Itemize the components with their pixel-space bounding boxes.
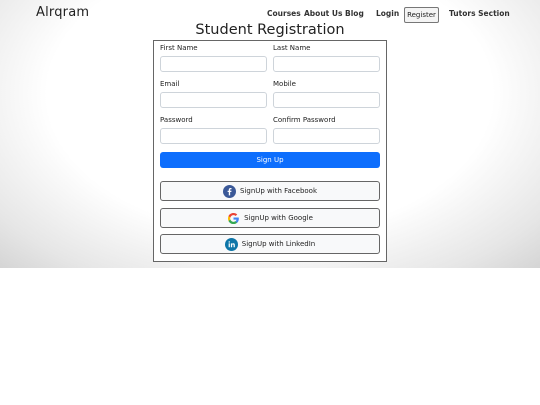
signup-google-button[interactable]: SignUp with Google xyxy=(160,208,380,228)
nav-login[interactable]: Login xyxy=(376,9,399,18)
last-name-input[interactable] xyxy=(273,56,380,72)
email-label: Email xyxy=(160,80,180,88)
facebook-icon xyxy=(222,184,236,198)
mobile-label: Mobile xyxy=(273,80,296,88)
linkedin-button-label: SignUp with LinkedIn xyxy=(241,240,316,248)
page-title: Student Registration xyxy=(195,22,345,38)
first-name-input[interactable] xyxy=(160,56,267,72)
facebook-button-label: SignUp with Facebook xyxy=(239,187,318,195)
password-input[interactable] xyxy=(160,128,267,144)
nav-tutors-section[interactable]: Tutors Section xyxy=(449,9,510,18)
header-area: Alrqram Courses About Us Blog Login Regi… xyxy=(0,0,540,268)
nav-about-us[interactable]: About Us xyxy=(304,9,342,18)
nav-blog[interactable]: Blog xyxy=(345,9,364,18)
confirm-password-input[interactable] xyxy=(273,128,380,144)
last-name-label: Last Name xyxy=(273,44,311,52)
google-icon xyxy=(227,212,240,225)
register-button[interactable]: Register xyxy=(404,7,439,23)
signup-facebook-button[interactable]: SignUp with Facebook xyxy=(160,181,380,201)
mobile-input[interactable] xyxy=(273,92,380,108)
signup-linkedin-button[interactable]: SignUp with LinkedIn xyxy=(160,234,380,254)
nav-courses[interactable]: Courses xyxy=(267,9,301,18)
google-button-label: SignUp with Google xyxy=(244,214,313,222)
email-input[interactable] xyxy=(160,92,267,108)
registration-form: First Name Last Name Email Mobile Passwo… xyxy=(153,40,387,262)
brand-logo[interactable]: Alrqram xyxy=(36,5,89,20)
linkedin-icon xyxy=(224,237,238,251)
password-label: Password xyxy=(160,116,193,124)
first-name-label: First Name xyxy=(160,44,198,52)
confirm-password-label: Confirm Password xyxy=(273,116,336,124)
sign-up-button[interactable]: Sign Up xyxy=(160,152,380,168)
